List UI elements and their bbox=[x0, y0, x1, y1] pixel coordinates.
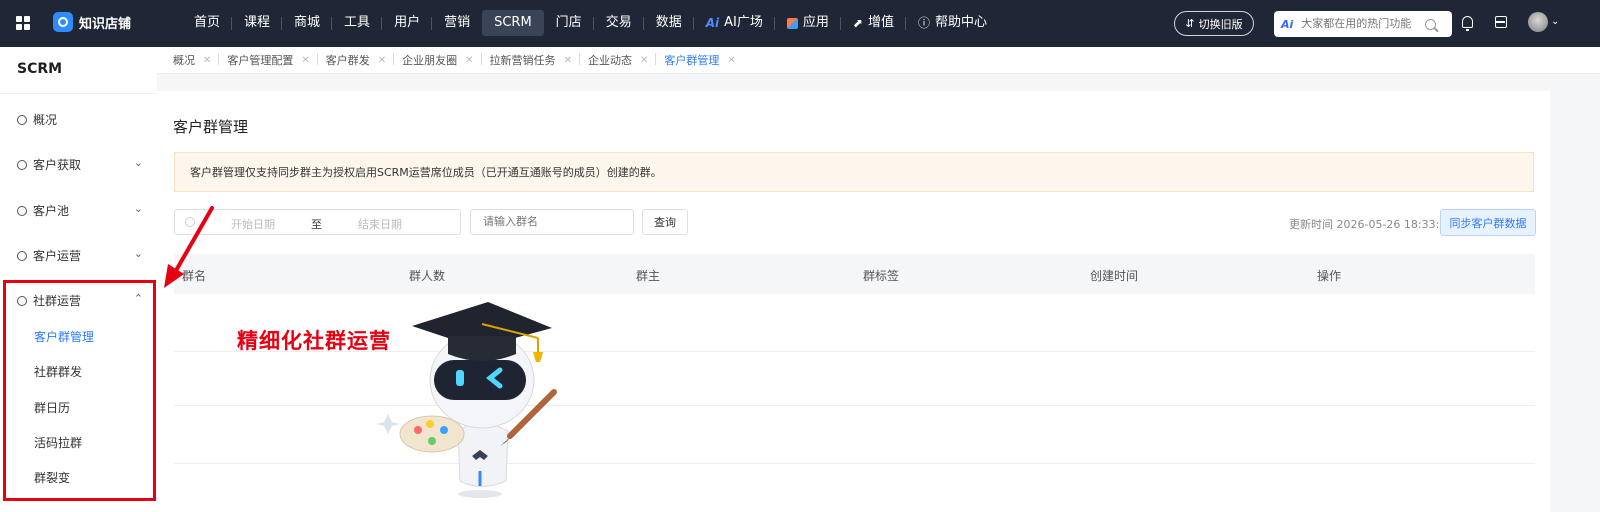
sidebar-item-customer-operation[interactable]: 客户运营 ⌄ bbox=[17, 247, 143, 264]
close-icon[interactable]: ✕ bbox=[727, 55, 735, 66]
nav-apps[interactable]: 应用 bbox=[775, 10, 841, 36]
chevron-down-icon: ⌄ bbox=[133, 202, 143, 215]
tab-moments[interactable]: 企业朋友圈 ✕ bbox=[394, 52, 482, 68]
column-created-time: 创建时间 bbox=[1090, 269, 1139, 283]
search-input[interactable] bbox=[1299, 17, 1420, 31]
nav-data[interactable]: 数据 bbox=[644, 10, 694, 36]
red-arrow-icon bbox=[164, 206, 214, 288]
robot-mascot-icon bbox=[376, 302, 557, 498]
trend-icon: ⬈ bbox=[852, 16, 863, 30]
tab-group-management[interactable]: 客户群管理 ✕ bbox=[656, 52, 743, 68]
brand-logo-icon bbox=[53, 12, 73, 32]
chevron-down-icon: ⌄ bbox=[133, 156, 143, 169]
user-icon bbox=[17, 205, 27, 216]
notice-banner: 客户群管理仅支持同步群主为授权启用SCRM运营席位成员（已开通互通账号的成员）创… bbox=[174, 152, 1534, 192]
highlight-box bbox=[3, 280, 156, 501]
date-separator: 至 bbox=[311, 218, 322, 231]
switch-icon: ⇵ bbox=[1185, 17, 1195, 30]
query-button[interactable]: 查询 bbox=[642, 209, 688, 235]
pie-chart-icon bbox=[17, 114, 27, 125]
column-member-count: 群人数 bbox=[409, 269, 446, 283]
ai-search-icon: Ai bbox=[1281, 17, 1294, 31]
nav-mall[interactable]: 商城 bbox=[282, 10, 333, 36]
sidebar-item-overview[interactable]: 概况 bbox=[17, 111, 143, 128]
tab-customer-broadcast[interactable]: 客户群发 ✕ bbox=[318, 52, 395, 68]
nav-tools[interactable]: 工具 bbox=[332, 10, 383, 36]
sidebar-item-customer-pool[interactable]: 客户池 ⌄ bbox=[17, 202, 143, 219]
inbox-icon[interactable] bbox=[1495, 16, 1507, 28]
table-header: 群名 群人数 群主 群标签 创建时间 操作 bbox=[174, 254, 1535, 294]
sidebar-item-customer-acquisition[interactable]: 客户获取 ⌄ bbox=[17, 156, 143, 173]
nav-help-center[interactable]: ⓘ 帮助中心 bbox=[906, 10, 999, 36]
promo-caption: 精细化社群运营 bbox=[237, 330, 391, 353]
page-tabs: 概况 ✕ 客户管理配置 ✕ 客户群发 ✕ 企业朋友圈 ✕ 拉新营销任务 ✕ 企业动态 ✕ 客… bbox=[157, 47, 1600, 74]
start-date-field[interactable]: 开始日期 bbox=[231, 216, 275, 232]
tab-acquisition-task[interactable]: 拉新营销任务 ✕ bbox=[482, 52, 581, 68]
sidebar-title: SCRM bbox=[17, 61, 63, 77]
close-icon[interactable]: ✕ bbox=[640, 55, 648, 66]
group-name-input[interactable] bbox=[470, 209, 634, 235]
sync-group-data-button[interactable]: 同步客户群数据 bbox=[1440, 209, 1536, 236]
nav-value-added[interactable]: ⬈ 增值 bbox=[841, 10, 907, 36]
brand-name: 知识店铺 bbox=[79, 16, 132, 32]
search-icon[interactable] bbox=[1425, 18, 1437, 30]
close-icon[interactable]: ✕ bbox=[564, 55, 572, 66]
global-search[interactable]: Ai bbox=[1274, 11, 1452, 37]
end-date-field[interactable]: 结束日期 bbox=[358, 216, 402, 232]
chevron-down-icon: ⌄ bbox=[133, 247, 143, 260]
nav-scrm[interactable]: SCRM bbox=[482, 10, 544, 36]
close-icon[interactable]: ✕ bbox=[465, 55, 473, 66]
close-icon[interactable]: ✕ bbox=[378, 55, 386, 66]
nav-trade[interactable]: 交易 bbox=[594, 10, 644, 36]
column-group-tags: 群标签 bbox=[863, 269, 900, 283]
switch-old-version-button[interactable]: ⇵ 切换旧版 bbox=[1174, 11, 1254, 36]
tab-enterprise-news[interactable]: 企业动态 ✕ bbox=[580, 52, 657, 68]
brand-logo[interactable]: 知识店铺 bbox=[53, 12, 131, 32]
nav-users[interactable]: 用户 bbox=[382, 10, 433, 36]
nav-stores[interactable]: 门店 bbox=[544, 10, 594, 36]
nav-courses[interactable]: 课程 bbox=[232, 10, 283, 36]
divider bbox=[0, 93, 157, 94]
cube-icon bbox=[786, 17, 798, 29]
page-title: 客户群管理 bbox=[173, 118, 249, 136]
users-icon bbox=[17, 250, 27, 261]
main-nav: 首页 课程 商城 工具 用户 营销 SCRM 门店 交易 数据 Ai AI广场 应… bbox=[182, 10, 999, 36]
update-time: 更新时间 2026-05-26 18:33:24 bbox=[1289, 218, 1454, 231]
nav-ai-plaza[interactable]: Ai AI广场 bbox=[694, 10, 776, 36]
top-navbar: 知识店铺 首页 课程 商城 工具 用户 营销 SCRM 门店 交易 数据 Ai A… bbox=[0, 0, 1600, 47]
user-icon bbox=[17, 159, 27, 170]
ai-icon: Ai bbox=[705, 16, 720, 30]
tab-customer-config[interactable]: 客户管理配置 ✕ bbox=[219, 52, 319, 68]
column-group-owner: 群主 bbox=[636, 269, 661, 283]
help-icon: ⓘ bbox=[917, 16, 930, 30]
column-actions: 操作 bbox=[1317, 269, 1342, 283]
tab-overview[interactable]: 概况 ✕ bbox=[165, 52, 220, 68]
avatar[interactable] bbox=[1528, 12, 1548, 32]
nav-home[interactable]: 首页 bbox=[182, 10, 233, 36]
apps-grid-icon[interactable] bbox=[16, 16, 30, 30]
nav-marketing[interactable]: 营销 bbox=[432, 10, 482, 36]
close-icon[interactable]: ✕ bbox=[203, 55, 211, 66]
close-icon[interactable]: ✕ bbox=[301, 55, 309, 66]
bell-icon[interactable] bbox=[1462, 16, 1473, 31]
chevron-down-icon[interactable]: ⌄ bbox=[1551, 16, 1559, 27]
